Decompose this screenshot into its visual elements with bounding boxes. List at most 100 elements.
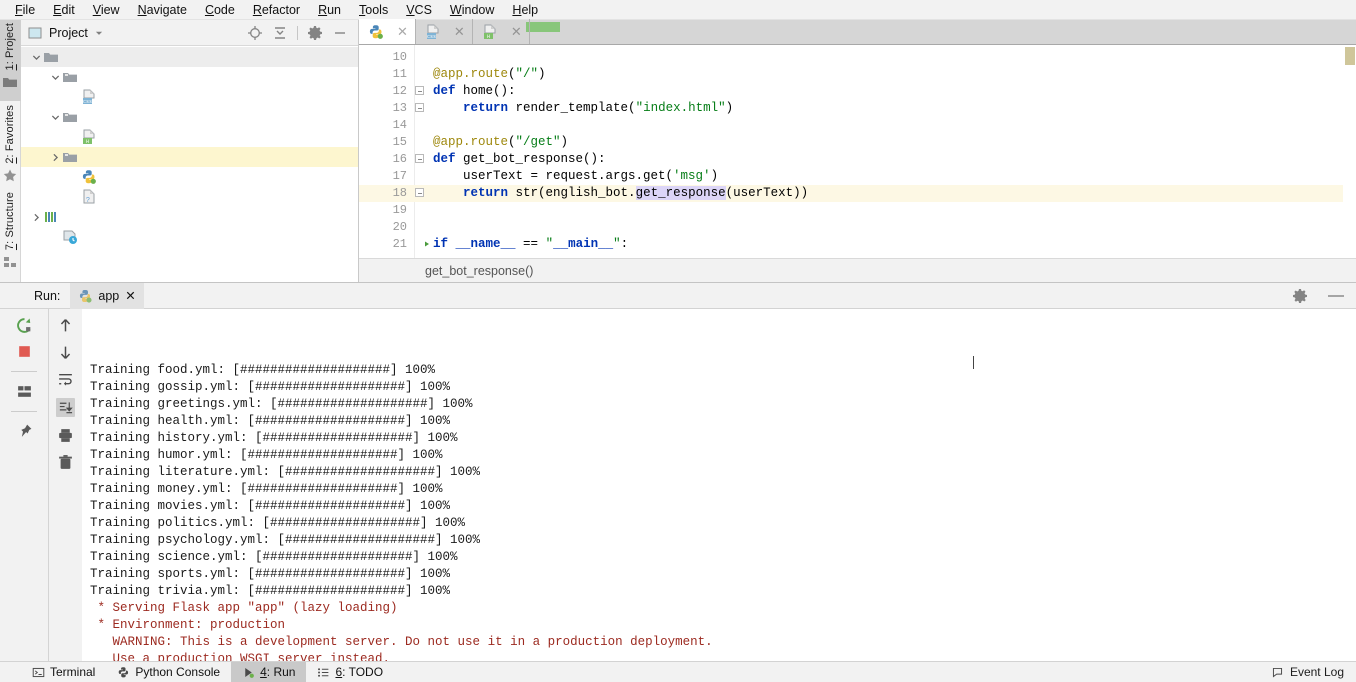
gutter-line-number[interactable]: 15 <box>359 134 415 151</box>
run-console-output[interactable]: Training food.yml: [####################… <box>82 309 1356 661</box>
status-bar-item-python-console[interactable]: Python Console <box>106 662 231 682</box>
editor-tab-style-css[interactable]: css✕ <box>416 19 473 44</box>
menu-item-edit[interactable]: Edit <box>44 1 84 19</box>
locate-icon[interactable] <box>247 25 263 41</box>
code-folding-gutter[interactable] <box>415 45 425 258</box>
tree-expand-arrow[interactable] <box>48 150 62 164</box>
tree-expand-arrow[interactable] <box>48 70 62 84</box>
gutter-line-number[interactable]: 13 <box>359 100 415 117</box>
close-icon[interactable]: ✕ <box>511 25 522 38</box>
tree-item-external-libraries[interactable] <box>21 207 358 227</box>
editor-tab-app-py[interactable]: ✕ <box>359 19 416 44</box>
tab-modification-marker <box>526 22 560 32</box>
rail-project-button[interactable]: 1: Project <box>0 20 21 101</box>
menu-item-run[interactable]: Run <box>309 1 350 19</box>
gutter-line-number[interactable]: 18 <box>359 185 415 202</box>
close-icon[interactable]: ✕ <box>125 288 135 303</box>
menu-bar: FileEditViewNavigateCodeRefactorRunTools… <box>0 0 1356 20</box>
soft-wrap-icon[interactable] <box>57 371 74 388</box>
gutter-line-number[interactable]: 11 <box>359 66 415 83</box>
code-line[interactable]: return render_template("index.html") <box>425 100 1344 117</box>
close-icon[interactable]: ✕ <box>397 25 408 38</box>
layout-icon[interactable] <box>16 383 33 400</box>
code-line[interactable] <box>425 219 1344 236</box>
rail-favorites-button[interactable]: 2: Favorites <box>2 101 18 188</box>
scroll-to-end-icon[interactable] <box>56 398 75 417</box>
code-line[interactable]: @app.route("/get") <box>425 134 1344 151</box>
project-tree[interactable]: css H? <box>21 46 358 282</box>
gear-icon[interactable] <box>307 25 323 41</box>
line-number-gutter[interactable]: 101112131415161718192021 <box>359 45 415 258</box>
fold-toggle-icon[interactable] <box>415 103 424 112</box>
event-log-label[interactable]: Event Log <box>1290 665 1344 679</box>
print-icon[interactable] <box>57 427 74 444</box>
rerun-icon[interactable] <box>16 317 33 334</box>
menu-item-code[interactable]: Code <box>196 1 244 19</box>
menu-item-view[interactable]: View <box>84 1 129 19</box>
menu-item-tools[interactable]: Tools <box>350 1 397 19</box>
status-bar-item-terminal[interactable]: Terminal <box>21 662 106 682</box>
menu-item-navigate[interactable]: Navigate <box>129 1 196 19</box>
tree-item-venv[interactable] <box>21 147 358 167</box>
status-bar-item-4-run[interactable]: 4: Run <box>231 662 306 682</box>
tree-item-db-sqlite3[interactable]: ? <box>21 187 358 207</box>
code-line[interactable] <box>425 202 1344 219</box>
menu-item-file[interactable]: File <box>6 1 44 19</box>
close-icon[interactable]: ✕ <box>454 25 465 38</box>
fold-toggle-icon[interactable] <box>415 188 424 197</box>
gear-icon[interactable] <box>1292 288 1308 304</box>
tree-item-corpus[interactable] <box>21 47 358 67</box>
gutter-line-number[interactable]: 14 <box>359 117 415 134</box>
status-bar-item-6-todo[interactable]: 6: TODO <box>306 662 394 682</box>
gutter-line-number[interactable]: 17 <box>359 168 415 185</box>
gutter-line-number[interactable]: 16 <box>359 151 415 168</box>
fold-toggle-icon[interactable] <box>415 86 424 95</box>
menu-item-refactor[interactable]: Refactor <box>244 1 309 19</box>
scroll-up-icon[interactable] <box>57 317 74 334</box>
gutter-line-number[interactable]: 20 <box>359 219 415 236</box>
gutter-line-number[interactable]: 10 <box>359 49 415 66</box>
tree-item-templates[interactable] <box>21 107 358 127</box>
scroll-down-icon[interactable] <box>57 344 74 361</box>
code-line[interactable]: return str(english_bot.get_response(user… <box>425 185 1344 202</box>
minimize-icon[interactable] <box>332 25 348 41</box>
code-line[interactable]: def home(): <box>425 83 1344 100</box>
menu-item-vcs[interactable]: VCS <box>397 1 441 19</box>
editor-tab-index-html[interactable]: H✕ <box>473 19 530 44</box>
gutter-line-number[interactable]: 12 <box>359 83 415 100</box>
code-content[interactable]: @app.route("/")def home(): return render… <box>425 45 1344 258</box>
tree-expand-arrow[interactable] <box>29 50 43 64</box>
code-editor[interactable]: 101112131415161718192021 @app.route("/")… <box>359 45 1356 258</box>
code-line[interactable]: @app.route("/") <box>425 66 1344 83</box>
chevron-down-icon[interactable] <box>94 25 104 41</box>
gutter-line-number[interactable]: 19 <box>359 202 415 219</box>
gutter-line-number[interactable]: 21 <box>359 236 415 253</box>
code-line[interactable]: if __name__ == "__main__": <box>425 236 1344 253</box>
menu-item-help[interactable]: Help <box>503 1 547 19</box>
menu-item-window[interactable]: Window <box>441 1 503 19</box>
editor-scrollbar-thumb[interactable] <box>1345 47 1355 65</box>
tree-expand-arrow[interactable] <box>29 210 43 224</box>
code-line[interactable] <box>425 49 1344 66</box>
minimize-icon[interactable] <box>1322 288 1344 304</box>
rail-structure-button[interactable]: 7: Structure <box>2 188 18 282</box>
collapse-all-icon[interactable] <box>272 25 288 41</box>
tree-item-style-css[interactable]: css <box>21 87 358 107</box>
tree-item-static[interactable] <box>21 67 358 87</box>
tree-item-app-py[interactable] <box>21 167 358 187</box>
folder-source-icon <box>62 109 78 125</box>
tree-item-scratches-and-consoles[interactable] <box>21 227 358 247</box>
code-line[interactable]: userText = request.args.get('msg') <box>425 168 1344 185</box>
console-line: * Environment: production <box>90 617 1356 634</box>
code-line[interactable] <box>425 117 1344 134</box>
breadcrumb[interactable]: get_bot_response() <box>359 258 1356 282</box>
code-line[interactable]: def get_bot_response(): <box>425 151 1344 168</box>
clear-all-icon[interactable] <box>57 454 74 471</box>
pin-icon[interactable] <box>16 423 33 440</box>
editor-scrollbar[interactable] <box>1343 45 1356 258</box>
tree-item-index-html[interactable]: H <box>21 127 358 147</box>
run-configuration-tab[interactable]: app ✕ <box>70 283 143 309</box>
fold-toggle-icon[interactable] <box>415 154 424 163</box>
tree-expand-arrow[interactable] <box>48 110 62 124</box>
stop-icon[interactable] <box>16 343 33 360</box>
